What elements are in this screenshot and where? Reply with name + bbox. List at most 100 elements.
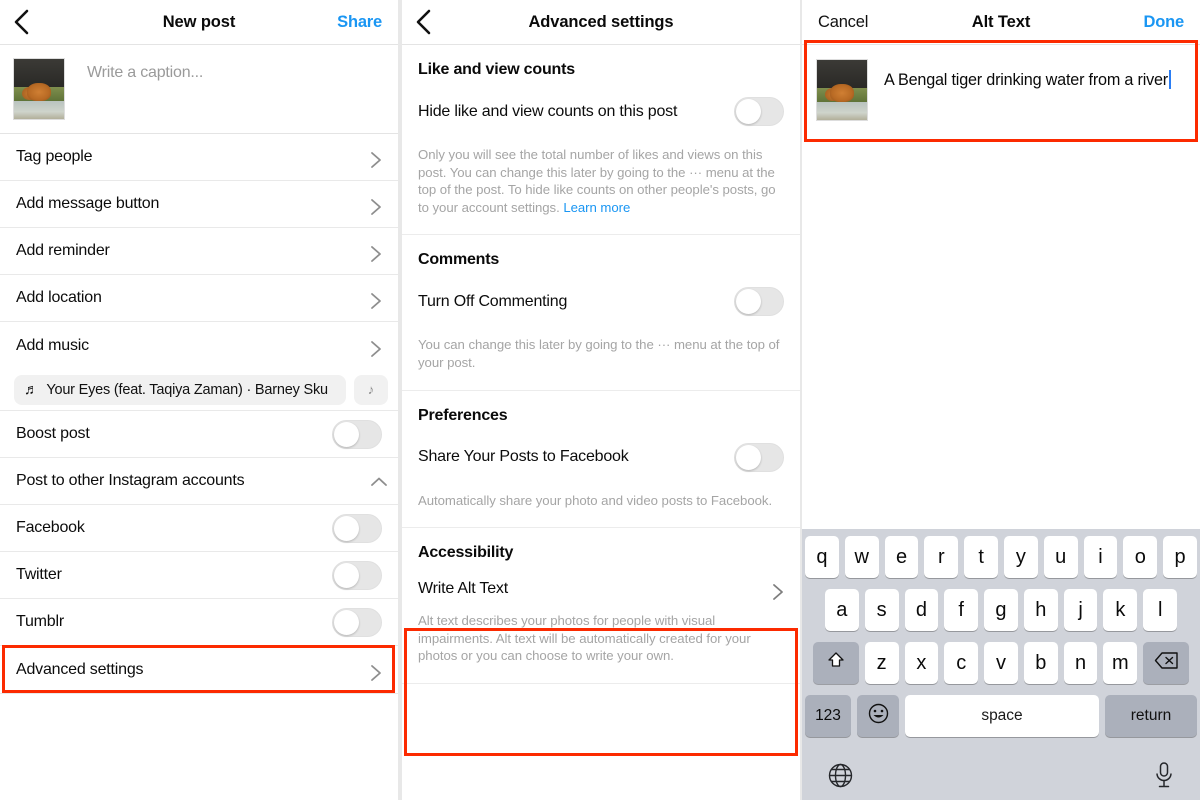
row-tumblr[interactable]: Tumblr — [0, 599, 398, 646]
setting-label: Hide like and view counts on this post — [418, 102, 678, 120]
row-label: Boost post — [16, 425, 90, 442]
learn-more-link[interactable]: Learn more — [563, 200, 630, 215]
row-twitter[interactable]: Twitter — [0, 552, 398, 599]
setting-hide-like-counts[interactable]: Hide like and view counts on this post — [402, 79, 800, 132]
setting-turn-off-commenting[interactable]: Turn Off Commenting — [402, 269, 800, 322]
key-c[interactable]: c — [944, 642, 979, 684]
backspace-icon — [1154, 651, 1179, 676]
three-panel-screenshot: New post Share Write a caption... Tag pe… — [0, 0, 1200, 800]
row-post-to-other-accounts[interactable]: Post to other Instagram accounts — [0, 458, 398, 505]
turn-off-commenting-toggle[interactable] — [734, 287, 784, 317]
advanced-settings-screen: Advanced settings Like and view counts H… — [402, 0, 800, 800]
post-thumbnail[interactable] — [816, 59, 868, 121]
key-e[interactable]: e — [884, 536, 919, 578]
row-label: Twitter — [16, 566, 62, 583]
key-t[interactable]: t — [964, 536, 998, 578]
post-thumbnail[interactable] — [13, 58, 65, 120]
row-boost-post[interactable]: Boost post — [0, 411, 398, 458]
toggle-knob — [736, 444, 761, 470]
cancel-button[interactable]: Cancel — [802, 13, 868, 32]
emoji-key[interactable] — [857, 695, 899, 737]
row-write-alt-text[interactable]: Write Alt Text — [402, 562, 800, 601]
key-h[interactable]: h — [1023, 589, 1058, 631]
shift-key[interactable] — [812, 642, 859, 684]
share-button[interactable]: Share — [337, 0, 382, 45]
setting-label: Share Your Posts to Facebook — [418, 448, 629, 466]
helper-text-preferences: Automatically share your photo and video… — [418, 492, 773, 508]
emoji-smiley-icon — [868, 703, 889, 729]
key-b[interactable]: b — [1023, 642, 1058, 684]
key-r[interactable]: r — [924, 536, 959, 578]
toggle-knob — [334, 421, 359, 447]
music-note-icon: ♪ — [367, 382, 375, 397]
twitter-toggle[interactable] — [332, 560, 382, 590]
setting-share-posts-facebook[interactable]: Share Your Posts to Facebook — [402, 425, 800, 478]
boost-post-toggle[interactable] — [332, 419, 382, 449]
key-g[interactable]: g — [984, 589, 1018, 631]
music-more-chip[interactable]: ♪ — [354, 374, 388, 405]
key-s[interactable]: s — [864, 589, 899, 631]
key-x[interactable]: x — [904, 642, 939, 684]
backspace-key[interactable] — [1143, 642, 1190, 684]
space-key[interactable]: space — [905, 695, 1099, 737]
thumbnail-water — [14, 101, 64, 119]
row-advanced-settings[interactable]: Advanced settings — [0, 646, 398, 694]
key-j[interactable]: j — [1063, 589, 1098, 631]
return-key[interactable]: return — [1105, 695, 1197, 737]
back-button[interactable] — [402, 0, 444, 45]
row-add-reminder[interactable]: Add reminder — [0, 228, 398, 275]
key-a[interactable]: a — [824, 589, 859, 631]
key-u[interactable]: u — [1043, 536, 1078, 578]
back-button[interactable] — [0, 0, 42, 45]
numbers-key[interactable]: 123 — [805, 695, 851, 737]
key-i[interactable]: i — [1083, 536, 1118, 578]
tumblr-toggle[interactable] — [332, 607, 382, 637]
chevron-right-icon — [370, 151, 382, 168]
helper-text-comments: You can change this later by going to th… — [418, 337, 780, 370]
thumbnail-tiger — [27, 83, 51, 101]
setting-label: Write Alt Text — [418, 580, 508, 598]
key-w[interactable]: w — [844, 536, 879, 578]
key-y[interactable]: y — [1004, 536, 1038, 578]
key-p[interactable]: p — [1163, 536, 1197, 578]
key-f[interactable]: f — [944, 589, 979, 631]
key-z[interactable]: z — [864, 642, 899, 684]
share-posts-facebook-toggle[interactable] — [734, 442, 784, 472]
caption-row[interactable]: Write a caption... — [0, 45, 398, 134]
music-track-label: Your Eyes (feat. Taqiya Zaman) · Barney … — [46, 381, 328, 398]
row-add-message-button[interactable]: Add message button — [0, 181, 398, 228]
row-facebook[interactable]: Facebook — [0, 505, 398, 552]
row-add-music[interactable]: Add music — [0, 322, 398, 369]
alt-text-editor[interactable]: A Bengal tiger drinking water from a riv… — [802, 45, 1200, 135]
chevron-up-icon — [370, 475, 387, 487]
page-title: Advanced settings — [528, 12, 674, 31]
music-track-chip[interactable]: ♬ Your Eyes (feat. Taqiya Zaman) · Barne… — [14, 374, 346, 405]
key-q[interactable]: q — [805, 536, 839, 578]
hide-like-counts-toggle[interactable] — [734, 97, 784, 126]
alt-text-input[interactable]: A Bengal tiger drinking water from a riv… — [884, 59, 1172, 92]
keyboard-bottom-bar — [805, 748, 1197, 798]
key-v[interactable]: v — [984, 642, 1018, 684]
globe-icon[interactable] — [827, 762, 854, 789]
facebook-toggle[interactable] — [332, 513, 382, 543]
alt-text-value: A Bengal tiger drinking water from a riv… — [884, 71, 1169, 89]
microphone-icon[interactable] — [1153, 761, 1175, 789]
music-track-row[interactable]: ♬ Your Eyes (feat. Taqiya Zaman) · Barne… — [0, 369, 398, 411]
row-label: Add music — [16, 336, 89, 354]
helper-text-like-counts: Only you will see the total number of li… — [402, 132, 800, 234]
row-tag-people[interactable]: Tag people — [0, 134, 398, 181]
key-k[interactable]: k — [1103, 589, 1138, 631]
advanced-settings-navbar: Advanced settings — [402, 0, 800, 45]
caption-input[interactable]: Write a caption... — [65, 58, 203, 82]
done-button[interactable]: Done — [1144, 0, 1185, 45]
key-m[interactable]: m — [1103, 642, 1138, 684]
chevron-right-icon — [370, 245, 382, 262]
key-l[interactable]: l — [1143, 589, 1178, 631]
key-d[interactable]: d — [904, 589, 939, 631]
row-add-location[interactable]: Add location — [0, 275, 398, 322]
key-o[interactable]: o — [1123, 536, 1158, 578]
toggle-knob — [334, 609, 359, 635]
key-n[interactable]: n — [1063, 642, 1098, 684]
section-title-like-view-counts: Like and view counts — [418, 61, 575, 78]
toggle-knob — [736, 289, 761, 315]
